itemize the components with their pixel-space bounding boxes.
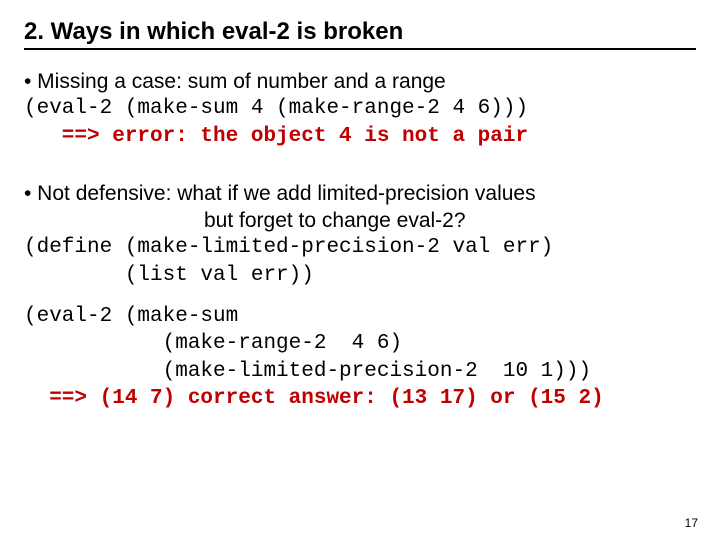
code-eval2-result: ==> (14 7) correct answer: (13 17) or (1… — [24, 385, 696, 412]
code-define-line2: (list val err)) — [24, 262, 696, 289]
bullet-missing-case: • Missing a case: sum of number and a ra… — [24, 68, 696, 95]
page-number: 17 — [685, 516, 698, 530]
code-missing-case-call: (eval-2 (make-sum 4 (make-range-2 4 6))) — [24, 95, 696, 122]
slide-body: • Missing a case: sum of number and a ra… — [24, 68, 696, 412]
slide: 2. Ways in which eval-2 is broken • Miss… — [0, 0, 720, 540]
slide-title: 2. Ways in which eval-2 is broken — [24, 18, 696, 50]
bullet-not-defensive-line2: but forget to change eval-2? — [24, 207, 696, 234]
code-missing-case-error: ==> error: the object 4 is not a pair — [24, 123, 696, 150]
code-eval2-line1: (eval-2 (make-sum — [24, 303, 696, 330]
code-eval2-line2: (make-range-2 4 6) — [24, 330, 696, 357]
bullet-not-defensive-line1: • Not defensive: what if we add limited-… — [24, 180, 696, 207]
code-define-line1: (define (make-limited-precision-2 val er… — [24, 234, 696, 261]
code-eval2-line3: (make-limited-precision-2 10 1))) — [24, 358, 696, 385]
